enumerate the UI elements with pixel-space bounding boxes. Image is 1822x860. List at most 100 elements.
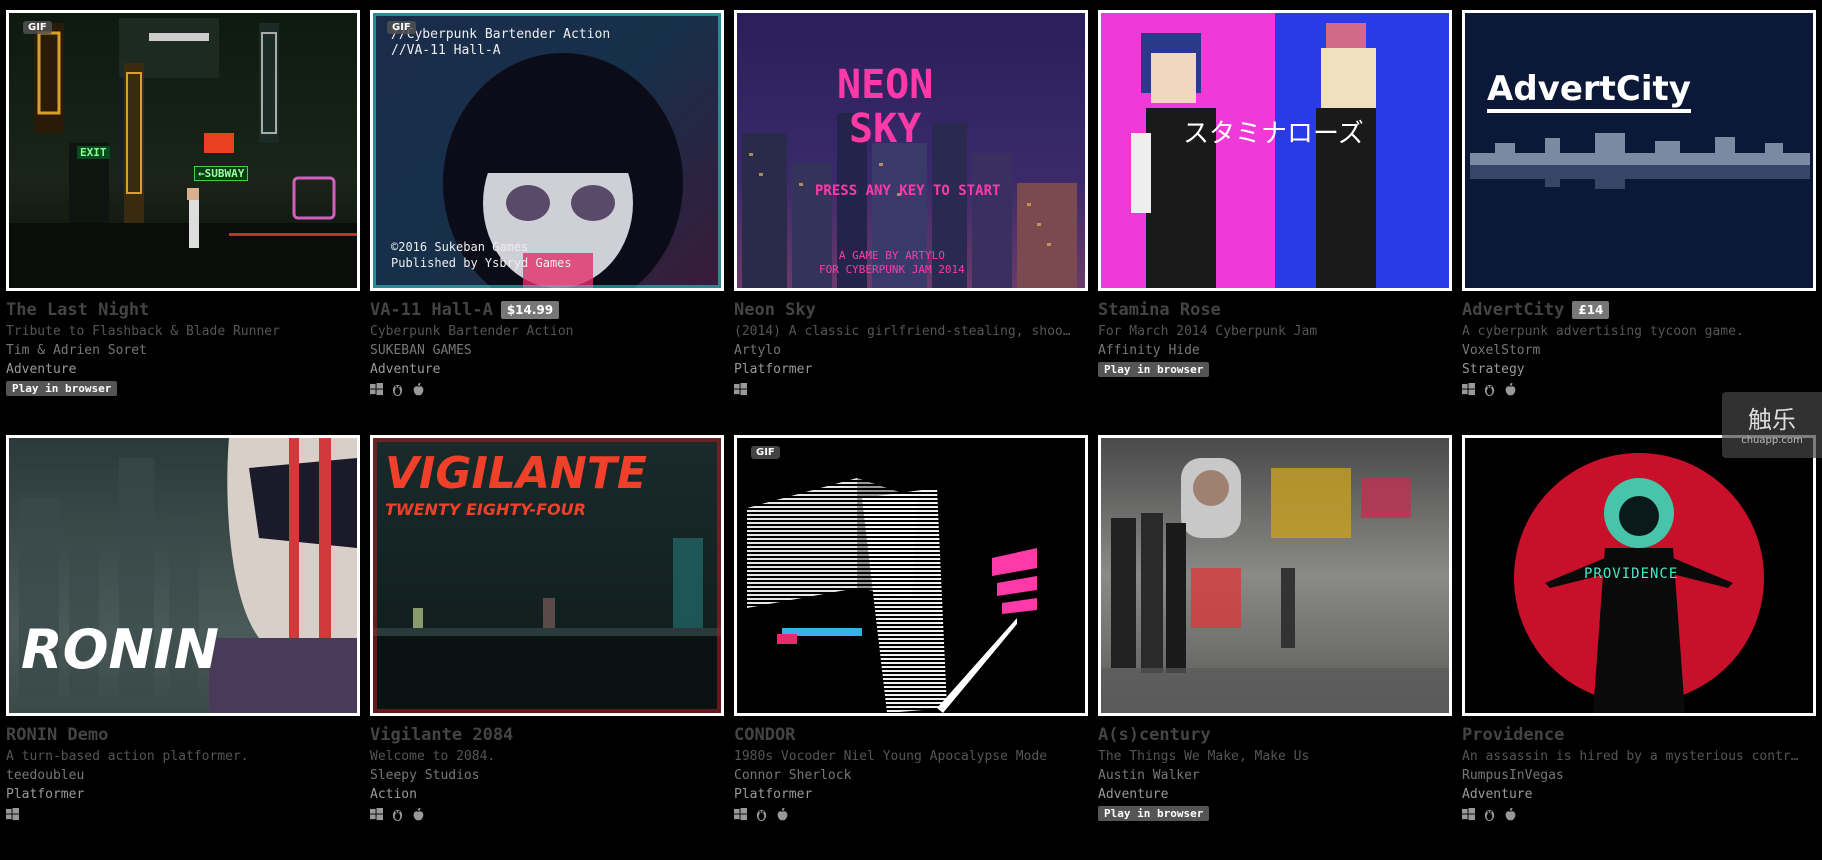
game-genre: Adventure [6,362,77,377]
thumbnail-art [1465,13,1813,288]
providence-logo: PROVIDENCE [1584,566,1679,582]
game-author[interactable]: Connor Sherlock [734,768,1088,783]
windows-icon [6,808,19,821]
game-title[interactable]: CONDOR [734,725,795,745]
game-thumbnail[interactable]: GIF EXIT ←SUBWAY [6,10,360,291]
play-in-browser-badge: Play in browser [1098,806,1210,821]
game-genre: Adventure [370,362,441,377]
game-card-providence[interactable]: PROVIDENCE Providence An assassin is hir… [1462,435,1816,860]
game-title[interactable]: A(s)century [1098,725,1211,745]
vigilante-subtitle: TWENTY EIGHTY-FOUR [385,500,586,519]
game-title[interactable]: Neon Sky [734,300,816,320]
advertcity-logo: AdvertCity [1487,69,1691,113]
game-description: 1980s Vocoder Niel Young Apocalypse Mode [734,749,1048,764]
neon-sky-credit: A GAME BY ARTYLO FOR CYBERPUNK JAM 2014 [819,249,965,276]
site-watermark: 触乐 chuapp.com [1722,392,1822,458]
linux-icon [1484,384,1495,396]
ronin-logo: RONIN [21,618,219,681]
game-description: An assassin is hired by a mysterious con… [1462,749,1799,764]
game-author[interactable]: Austin Walker [1098,768,1452,783]
game-author[interactable]: Sleepy Studios [370,768,724,783]
game-description: The Things We Make, Make Us [1098,749,1310,764]
game-thumbnail[interactable]: GIF [734,435,1088,716]
thumbnail-art [1131,23,1376,288]
gif-badge: GIF [23,21,52,34]
thumbnail-art [9,18,357,288]
game-card-ascentury[interactable]: A(s)century The Things We Make, Make Us … [1098,435,1452,860]
game-card-condor[interactable]: GIF CONDOR 1980s Vocoder Niel Young Apoc… [734,435,1088,860]
game-author[interactable]: Tim & Adrien Soret [6,343,360,358]
neon-sky-logo: NEON SKY [837,62,934,152]
game-description: Cyberpunk Bartender Action [370,324,574,339]
game-thumbnail[interactable]: RONIN [6,435,360,716]
linux-icon [1484,809,1495,821]
va11-top-text: //Cyberpunk Bartender Action //VA-11 Hal… [391,27,611,58]
vigilante-logo: VIGILANTE [385,448,647,499]
game-title[interactable]: The Last Night [6,300,149,320]
game-genre: Action [370,787,417,802]
game-description: For March 2014 Cyberpunk Jam [1098,324,1318,339]
game-card-advertcity[interactable]: AdvertCity AdvertCity £14 A cyberpunk ad… [1462,10,1816,435]
game-title[interactable]: Providence [1462,725,1564,745]
thumbnail-art [747,478,1037,713]
game-card-ronin-demo[interactable]: RONIN RONIN Demo A turn-based action pla… [6,435,360,860]
apple-icon [1505,808,1516,821]
game-title[interactable]: RONIN Demo [6,725,108,745]
platform-icons [370,808,724,821]
game-description: A turn-based action platformer. [6,749,249,764]
game-thumbnail[interactable]: GIF //Cyberpunk Bartender Action //VA-11… [370,10,724,291]
game-genre: Adventure [1098,787,1169,802]
game-card-neon-sky[interactable]: NEON SKY PRESS ANY KEY TO START A GAME B… [734,10,1088,435]
game-author[interactable]: VoxelStorm [1462,343,1816,358]
linux-icon [392,384,403,396]
game-thumbnail[interactable] [1098,435,1452,716]
subway-sign: ←SUBWAY [194,166,249,181]
game-thumbnail[interactable]: AdvertCity [1462,10,1816,291]
apple-icon [1505,383,1516,396]
windows-icon [370,383,383,396]
neon-sky-press-key: PRESS ANY KEY TO START [815,183,1001,199]
game-grid: GIF EXIT ←SUBWAY The Last Night Tribute … [6,10,1822,860]
va11-bottom-text: ©2016 Sukeban Games Published by Ysbryd … [391,240,572,270]
exit-sign: EXIT [77,146,110,159]
platform-icons [734,808,1088,821]
game-thumbnail[interactable]: VIGILANTE TWENTY EIGHTY-FOUR [370,435,724,716]
gif-badge: GIF [387,21,416,34]
game-genre: Platformer [734,362,813,377]
watermark-url: chuapp.com [1741,435,1803,446]
gif-badge: GIF [751,446,780,459]
game-genre: Platformer [6,787,85,802]
price-badge[interactable]: £14 [1572,301,1610,319]
platform-icons [6,808,360,821]
game-thumbnail[interactable]: スタミナローズ [1098,10,1452,291]
game-card-the-last-night[interactable]: GIF EXIT ←SUBWAY The Last Night Tribute … [6,10,360,435]
game-title[interactable]: AdvertCity [1462,300,1564,320]
game-author[interactable]: Affinity Hide [1098,343,1452,358]
game-card-stamina-rose[interactable]: スタミナローズ Stamina Rose For March 2014 Cybe… [1098,10,1452,435]
platform-icons [370,383,724,396]
game-title[interactable]: VA-11 Hall-A [370,300,493,320]
watermark-logo: 触乐 [1748,406,1796,434]
play-in-browser-badge: Play in browser [6,381,118,396]
play-in-browser-badge: Play in browser [1098,362,1210,377]
windows-icon [734,808,747,821]
stamina-rose-title: スタミナローズ [1183,119,1364,149]
apple-icon [413,383,424,396]
game-title[interactable]: Stamina Rose [1098,300,1221,320]
game-title[interactable]: Vigilante 2084 [370,725,513,745]
game-description: Welcome to 2084. [370,749,496,764]
game-author[interactable]: RumpusInVegas [1462,768,1816,783]
game-card-va-11-hall-a[interactable]: GIF //Cyberpunk Bartender Action //VA-11… [370,10,724,435]
price-badge[interactable]: $14.99 [500,301,560,319]
apple-icon [777,808,788,821]
apple-icon [413,808,424,821]
windows-icon [1462,808,1475,821]
game-thumbnail[interactable]: PROVIDENCE [1462,435,1816,716]
game-author[interactable]: SUKEBAN GAMES [370,343,724,358]
game-genre: Platformer [734,787,813,802]
game-author[interactable]: Artylo [734,343,1088,358]
game-thumbnail[interactable]: NEON SKY PRESS ANY KEY TO START A GAME B… [734,10,1088,291]
game-card-vigilante-2084[interactable]: VIGILANTE TWENTY EIGHTY-FOUR Vigilante 2… [370,435,724,860]
platform-icons [1462,808,1816,821]
game-author[interactable]: teedoubleu [6,768,360,783]
